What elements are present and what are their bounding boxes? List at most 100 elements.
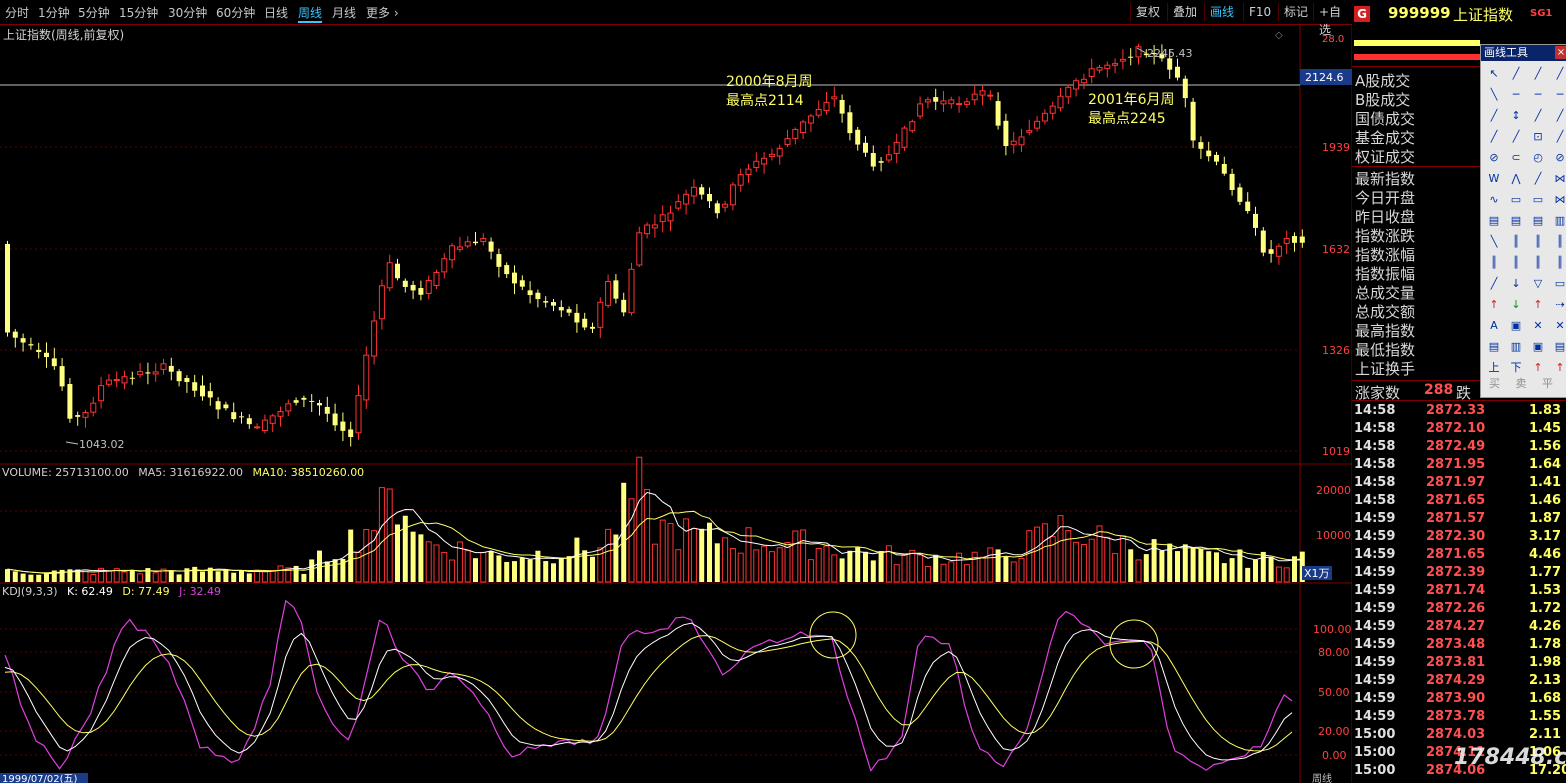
volume-bar bbox=[1182, 544, 1188, 582]
volume-bar bbox=[800, 529, 807, 583]
draw-tool-24-icon[interactable]: ∿ bbox=[1485, 191, 1503, 209]
volume-bar bbox=[1018, 557, 1025, 583]
ray-icon[interactable]: ╱ bbox=[1529, 65, 1547, 83]
candle-body bbox=[309, 400, 315, 402]
kdj-axis-label: 0.00 bbox=[1322, 749, 1347, 762]
draw-tool-53-icon[interactable]: ▥ bbox=[1507, 338, 1525, 356]
volume-bar bbox=[168, 570, 174, 582]
draw-tool-19-icon[interactable]: ⊘ bbox=[1551, 149, 1566, 167]
draw-tool-29-icon[interactable]: ▤ bbox=[1507, 212, 1525, 230]
buy-button[interactable]: 买 bbox=[1489, 377, 1500, 390]
draw-tool-39-icon[interactable]: ║ bbox=[1551, 254, 1566, 272]
draw-tool-35-icon[interactable]: ║ bbox=[1551, 233, 1566, 251]
add-watchlist-button[interactable]: +自选 bbox=[1313, 3, 1352, 37]
volume-bar bbox=[496, 555, 502, 582]
period-tab-daily[interactable]: 日线 bbox=[264, 4, 288, 21]
draw-tool-41-icon[interactable]: ↓ bbox=[1507, 275, 1525, 293]
f10-button[interactable]: F10 bbox=[1243, 3, 1276, 21]
kline-chart-area[interactable]: 2124.6 28.0 ◇ 1939 1632 1326 1019 2245.4… bbox=[0, 24, 1352, 783]
draw-tool-50-icon[interactable]: ✕ bbox=[1529, 317, 1547, 335]
period-tab-60min[interactable]: 60分钟 bbox=[216, 4, 255, 21]
draw-tool-14-icon[interactable]: ⊡ bbox=[1529, 128, 1547, 146]
draw-tool-22-icon[interactable]: ╱ bbox=[1529, 170, 1547, 188]
draw-tool-27-icon[interactable]: ⋈ bbox=[1551, 191, 1566, 209]
draw-tool-49-icon[interactable]: ▣ bbox=[1507, 317, 1525, 335]
draw-tool-23-icon[interactable]: ⋈ bbox=[1551, 170, 1566, 188]
mark-button[interactable]: 标记 bbox=[1278, 3, 1313, 21]
sell-button[interactable]: 卖 bbox=[1516, 377, 1527, 390]
period-tab-intraday[interactable]: 分时 bbox=[5, 4, 29, 21]
draw-tool-54-icon[interactable]: ▣ bbox=[1529, 338, 1547, 356]
draw-tool-11-icon[interactable]: ╱ bbox=[1551, 107, 1566, 125]
draw-tool-52-icon[interactable]: ▤ bbox=[1485, 338, 1503, 356]
volume-bar bbox=[590, 556, 595, 582]
period-tab-30min[interactable]: 30分钟 bbox=[168, 4, 207, 21]
draw-tool-37-icon[interactable]: ║ bbox=[1507, 254, 1525, 272]
period-tab-monthly[interactable]: 月线 bbox=[332, 4, 356, 21]
draw-tool-51-icon[interactable]: ✕ bbox=[1551, 317, 1566, 335]
draw-line-button[interactable]: 画线 bbox=[1204, 3, 1239, 21]
adjust-button[interactable]: 复权 bbox=[1130, 3, 1165, 21]
candle-body bbox=[1175, 66, 1180, 78]
line-icon[interactable]: ╱ bbox=[1507, 65, 1525, 83]
draw-tool-17-icon[interactable]: ⊂ bbox=[1507, 149, 1525, 167]
draw-tool-28-icon[interactable]: ▤ bbox=[1485, 212, 1503, 230]
draw-tool-38-icon[interactable]: ║ bbox=[1529, 254, 1547, 272]
draw-tool-25-icon[interactable]: ▭ bbox=[1507, 191, 1525, 209]
period-tab-more[interactable]: 更多 › bbox=[366, 4, 399, 21]
period-tab-5min[interactable]: 5分钟 bbox=[78, 4, 110, 21]
draw-tool-20-icon[interactable]: W bbox=[1485, 170, 1503, 188]
draw-tool-44-icon[interactable]: ↑ bbox=[1485, 296, 1503, 314]
draw-tool-9-icon[interactable]: ↕ bbox=[1507, 107, 1525, 125]
period-tab-15min[interactable]: 15分钟 bbox=[119, 4, 158, 21]
draw-tool-12-icon[interactable]: ╱ bbox=[1485, 128, 1503, 146]
volume-bar bbox=[1245, 567, 1251, 582]
tick-row: 14:59 2874.27 4.26 bbox=[1354, 619, 1566, 637]
draw-tool-42-icon[interactable]: ▽ bbox=[1529, 275, 1547, 293]
segment-icon[interactable]: ╱ bbox=[1551, 65, 1566, 83]
draw-tool-43-icon[interactable]: ▭ bbox=[1551, 275, 1566, 293]
tick-price: 2871.97 bbox=[1426, 475, 1486, 490]
tick-time: 14:58 bbox=[1354, 457, 1396, 472]
draw-tool-32-icon[interactable]: ╲ bbox=[1485, 233, 1503, 251]
candle-body bbox=[90, 402, 97, 413]
draw-tool-21-icon[interactable]: ⋀ bbox=[1507, 170, 1525, 188]
draw-tool-36-icon[interactable]: ║ bbox=[1485, 254, 1503, 272]
draw-tool-55-icon[interactable]: ▤ bbox=[1551, 338, 1566, 356]
draw-tool-4-icon[interactable]: ╲ bbox=[1485, 86, 1503, 104]
draw-tool-26-icon[interactable]: ▭ bbox=[1529, 191, 1547, 209]
candle-body bbox=[348, 429, 354, 438]
draw-tool-33-icon[interactable]: ║ bbox=[1507, 233, 1525, 251]
volume-bar bbox=[1057, 515, 1064, 583]
draw-tool-30-icon[interactable]: ▤ bbox=[1529, 212, 1547, 230]
draw-tool-18-icon[interactable]: ◴ bbox=[1529, 149, 1547, 167]
draw-tool-31-icon[interactable]: ▥ bbox=[1551, 212, 1566, 230]
draw-tool-59-icon[interactable]: ↑ bbox=[1551, 359, 1566, 377]
draw-tool-6-icon[interactable]: ─ bbox=[1529, 86, 1547, 104]
draw-tool-15-icon[interactable]: ╱ bbox=[1551, 128, 1566, 146]
draw-tool-45-icon[interactable]: ↓ bbox=[1507, 296, 1525, 314]
draw-tool-48-icon[interactable]: A bbox=[1485, 317, 1503, 335]
period-tab-weekly[interactable]: 周线 bbox=[298, 4, 323, 23]
overlay-button[interactable]: 叠加 bbox=[1167, 3, 1202, 21]
draw-tool-40-icon[interactable]: ╱ bbox=[1485, 275, 1503, 293]
volume-bar bbox=[776, 547, 783, 583]
draw-tool-34-icon[interactable]: ║ bbox=[1529, 233, 1547, 251]
close-position-button[interactable]: 平 bbox=[1542, 377, 1553, 390]
close-icon[interactable]: × bbox=[1555, 46, 1566, 59]
drawing-tools-title[interactable]: 画线工具 × bbox=[1481, 45, 1566, 61]
kdj-j-line bbox=[4, 599, 1293, 773]
field-label: 最低指数 bbox=[1355, 341, 1416, 359]
draw-tool-5-icon[interactable]: ─ bbox=[1507, 86, 1525, 104]
draw-tool-8-icon[interactable]: ╱ bbox=[1485, 107, 1503, 125]
draw-tool-16-icon[interactable]: ⊘ bbox=[1485, 149, 1503, 167]
pointer-icon[interactable]: ↖ bbox=[1485, 65, 1503, 83]
draw-tool-10-icon[interactable]: ╱ bbox=[1529, 107, 1547, 125]
draw-tool-7-icon[interactable]: ─ bbox=[1551, 86, 1566, 104]
draw-tool-47-icon[interactable]: ⇢ bbox=[1551, 296, 1566, 314]
candle-body bbox=[269, 415, 276, 424]
draw-tool-13-icon[interactable]: ╱ bbox=[1507, 128, 1525, 146]
candle-body bbox=[1206, 150, 1212, 157]
draw-tool-46-icon[interactable]: ↑ bbox=[1529, 296, 1547, 314]
period-tab-1min[interactable]: 1分钟 bbox=[38, 4, 70, 21]
